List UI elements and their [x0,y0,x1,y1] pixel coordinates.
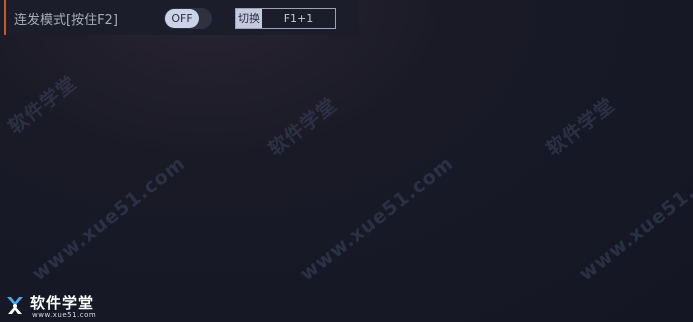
watermark-text: 软件学堂 [264,93,342,161]
toggle-state-label: OFF [165,9,199,28]
burst-mode-toolbar: 连发模式[按住F2] OFF 切换 F1+1 [4,0,359,35]
watermark-text: 软件学堂 [4,71,82,139]
logo-mark-icon [7,297,23,314]
burst-mode-label: 连发模式[按住F2] [14,13,118,28]
logo-name: 软件学堂 [30,294,95,312]
watermark-text: 软件学堂 [542,93,620,161]
switch-hotkey-value: F1+1 [283,12,314,25]
watermark-layer: 软件学堂 www.xue51.com 软件学堂 www.xue51.com 软件… [0,0,693,322]
burst-mode-toggle[interactable]: OFF [164,8,212,29]
site-logo: 软件学堂 www.xue51.com [4,292,134,320]
watermark-text: www.xue51.com [575,152,693,286]
logo-url: www.xue51.com [32,311,97,319]
watermark-text: www.xue51.com [28,152,190,286]
watermark-text: www.xue51.com [296,152,458,286]
switch-hotkey-field[interactable]: 切换 F1+1 [235,8,336,29]
switch-label: 切换 [236,9,262,28]
